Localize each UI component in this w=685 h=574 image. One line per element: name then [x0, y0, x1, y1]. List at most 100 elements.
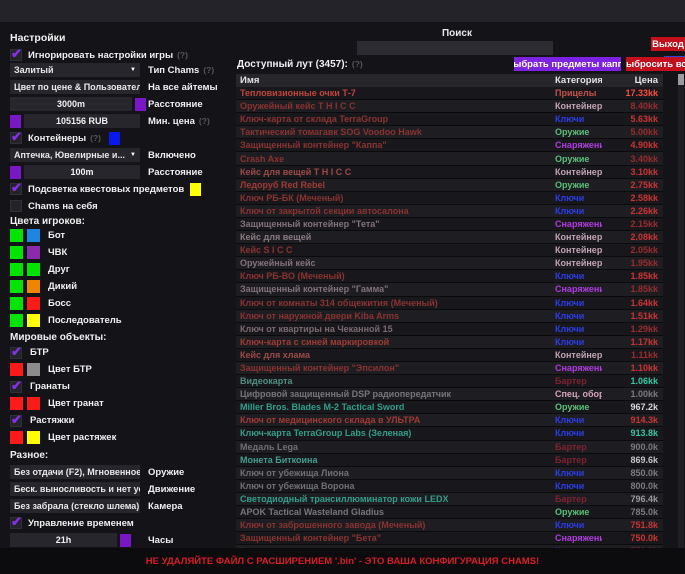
- distance-input[interactable]: 3000m: [10, 97, 132, 111]
- containers-color-swatch[interactable]: [109, 132, 120, 145]
- world-object-checkbox[interactable]: [10, 381, 22, 393]
- table-row[interactable]: Кейс для вещей T H I C CКонтейнеры3.10kk: [236, 166, 663, 179]
- world-object-checkbox[interactable]: [10, 415, 22, 427]
- color-swatch[interactable]: [27, 397, 40, 410]
- column-header-category[interactable]: Категория: [555, 75, 602, 86]
- color-swatch[interactable]: [27, 431, 40, 444]
- color-swatch[interactable]: [10, 229, 23, 242]
- item-price: 2.26kk: [602, 206, 663, 216]
- player-colors-heading: Цвета игроков:: [10, 216, 85, 227]
- time-control-checkbox[interactable]: [10, 517, 22, 529]
- table-row[interactable]: Ключ от квартиры на Чеканной 15Ключи1.29…: [236, 323, 663, 336]
- table-row[interactable]: Защищенный контейнер "Тета"Снаряжение2.1…: [236, 218, 663, 231]
- table-row[interactable]: Медаль LegaБартер900.0k: [236, 441, 663, 454]
- config-warning: НЕ УДАЛЯЙТЕ ФАЙЛ С РАСШИРЕНИЕМ '.bin' - …: [0, 548, 685, 574]
- color-swatch[interactable]: [10, 363, 23, 376]
- color-swatch[interactable]: [27, 297, 40, 310]
- table-row[interactable]: Ключ-карта TerraGroup Labs (Зеленая)Ключ…: [236, 427, 663, 440]
- color-swatch[interactable]: [27, 314, 40, 327]
- table-row[interactable]: Кейс S I C CКонтейнеры2.05kk: [236, 244, 663, 257]
- ignore-game-settings-checkbox[interactable]: [10, 49, 22, 61]
- hours-input[interactable]: 21h: [10, 533, 117, 547]
- exit-button[interactable]: Выход: [651, 37, 685, 51]
- help-icon: (?): [177, 50, 188, 60]
- table-row[interactable]: ВидеокартаБартер1.06kk: [236, 375, 663, 388]
- table-row[interactable]: Ключ РБ-БК (Меченый)Ключи2.58kk: [236, 192, 663, 205]
- table-row[interactable]: Ключ от убежища ЛионаКлючи850.0k: [236, 467, 663, 480]
- table-row[interactable]: Ключ от комнаты 314 общежития (Меченый)К…: [236, 297, 663, 310]
- table-row[interactable]: Ключ РБ-ВО (Меченый)Ключи1.85kk: [236, 270, 663, 283]
- item-price: 913.8k: [602, 428, 663, 438]
- item-name: Ключ от наружной двери Kiba Arms: [236, 311, 555, 321]
- table-row[interactable]: Ледоруб Red RebelОружие2.75kk: [236, 179, 663, 192]
- color-swatch[interactable]: [27, 246, 40, 259]
- table-row[interactable]: Crash AxeОружие3.40kk: [236, 152, 663, 165]
- table-row[interactable]: Защищенный контейнер "Каппа"Снаряжение4.…: [236, 139, 663, 152]
- loot-types-dropdown[interactable]: Аптечка, Ювелирные и... ▼: [10, 148, 140, 162]
- table-row[interactable]: Ключ-карта от склада TerraGroupКлючи5.63…: [236, 113, 663, 126]
- item-price: 850.0k: [602, 468, 663, 478]
- column-header-name[interactable]: Имя: [236, 75, 555, 86]
- chams-type-dropdown[interactable]: Залитый ▼: [10, 63, 140, 77]
- item-name: Защищенный контейнер "Бета": [236, 533, 555, 543]
- quest-color-swatch[interactable]: [190, 183, 201, 196]
- weapon-dropdown[interactable]: Без отдачи (F2), Мгновенное п ▼: [10, 465, 140, 479]
- min-price-color-swatch[interactable]: [10, 115, 21, 128]
- color-swatch[interactable]: [27, 263, 40, 276]
- table-row[interactable]: Ключ от закрытой секции автосалонаКлючи2…: [236, 205, 663, 218]
- chams-self-checkbox[interactable]: [10, 200, 22, 212]
- color-swatch[interactable]: [10, 246, 23, 259]
- item-price: 1.06kk: [602, 376, 663, 386]
- table-row[interactable]: Ключ от заброшенного завода (Меченый)Клю…: [236, 519, 663, 532]
- color-swatch[interactable]: [27, 229, 40, 242]
- min-price-row: 105156 RUB Мин. цена(?): [10, 114, 140, 128]
- color-swatch[interactable]: [27, 280, 40, 293]
- table-row[interactable]: Защищенный контейнер "Бета"Снаряжение750…: [236, 532, 663, 545]
- table-row[interactable]: APOK Tactical Wasteland GladiusОружие785…: [236, 506, 663, 519]
- color-swatch[interactable]: [10, 314, 23, 327]
- color-swatch[interactable]: [10, 263, 23, 276]
- table-row[interactable]: Кейс для хламаКонтейнеры1.11kk: [236, 349, 663, 362]
- scrollbar-thumb[interactable]: [678, 74, 684, 85]
- min-price-input[interactable]: 105156 RUB: [24, 114, 140, 128]
- table-row[interactable]: Ключ-карта с синей маркировкойКлючи1.17k…: [236, 336, 663, 349]
- table-row[interactable]: Монета БиткоинаБартер869.6k: [236, 454, 663, 467]
- table-row[interactable]: Кейс для вещейКонтейнеры2.08kk: [236, 231, 663, 244]
- table-row[interactable]: Ключ от наружной двери Kiba ArmsКлючи1.5…: [236, 310, 663, 323]
- table-row[interactable]: Miller Bros. Blades M-2 Tactical SwordОр…: [236, 401, 663, 414]
- table-row[interactable]: Оружейный кейс T H I C CКонтейнеры8.40kk: [236, 100, 663, 113]
- item-name: Ледоруб Red Rebel: [236, 180, 555, 190]
- world-object-checkbox[interactable]: [10, 347, 22, 359]
- color-swatch[interactable]: [10, 431, 23, 444]
- hours-color-swatch[interactable]: [120, 534, 131, 547]
- discard-all-button[interactable]: Выбросить все: [626, 57, 685, 71]
- table-row[interactable]: Оружейный кейсКонтейнеры1.95kk: [236, 257, 663, 270]
- color-swatch[interactable]: [27, 363, 40, 376]
- table-row[interactable]: Ключ от убежища ВоронаКлючи800.0k: [236, 480, 663, 493]
- movement-dropdown[interactable]: Беск. выносливость и нет уста ▼: [10, 482, 140, 496]
- table-row[interactable]: Тепловизионные очки Т-7Прицелы17.33kk: [236, 87, 663, 100]
- table-row[interactable]: Защищенный контейнер "Гамма"Снаряжение1.…: [236, 283, 663, 296]
- column-header-price[interactable]: Цена: [602, 75, 663, 86]
- color-swatch[interactable]: [10, 297, 23, 310]
- distance-color-swatch[interactable]: [135, 98, 146, 111]
- table-row[interactable]: Ключ от медицинского склада в УЛЬТРАКлюч…: [236, 414, 663, 427]
- quest-highlight-checkbox[interactable]: [10, 183, 22, 195]
- table-row[interactable]: Цифровой защищенный DSP радиопередатчикС…: [236, 388, 663, 401]
- color-mode-dropdown[interactable]: Цвет по цене & Пользователь ▼: [10, 80, 140, 94]
- color-swatch[interactable]: [10, 280, 23, 293]
- camera-dropdown[interactable]: Без забрала (стекло шлема) ▼: [10, 499, 140, 513]
- loot-distance-input[interactable]: 100m: [24, 165, 140, 179]
- item-price: 4.90kk: [602, 140, 663, 150]
- table-scrollbar[interactable]: [678, 74, 684, 548]
- select-kappa-items-button[interactable]: Выбрать предметы каппа: [514, 57, 621, 71]
- table-row[interactable]: Светодиодный трансиллюминатор кожи LEDXБ…: [236, 493, 663, 506]
- table-row[interactable]: Тактический томагавк SOG Voodoo HawkОруж…: [236, 126, 663, 139]
- containers-checkbox[interactable]: [10, 132, 22, 144]
- table-row[interactable]: Защищенный контейнер "Эпсилон"Снаряжение…: [236, 362, 663, 375]
- search-input[interactable]: [357, 41, 553, 55]
- loot-distance-color-swatch[interactable]: [10, 166, 21, 179]
- color-swatch[interactable]: [10, 397, 23, 410]
- item-category: Ключи: [555, 520, 602, 530]
- world-object-row: Цвет растяжек: [10, 429, 116, 446]
